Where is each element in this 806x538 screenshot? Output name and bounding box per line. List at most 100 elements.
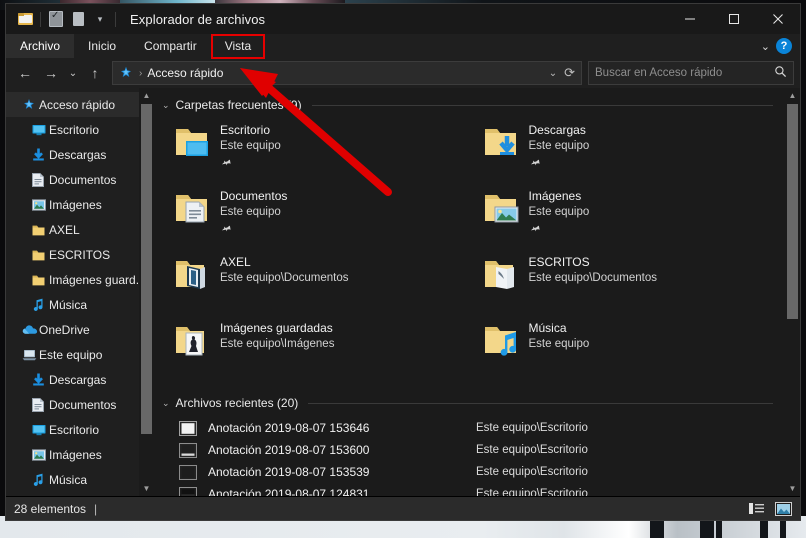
- folder-tile-text: Imágenes guardadas Este equipo\Imágenes: [220, 320, 334, 352]
- file-explorer-window: ▾ Explorador de archivos Archivo Inicio …: [6, 4, 800, 520]
- file-row[interactable]: Anotación 2019-08-07 153539 Este equipo\E…: [168, 461, 785, 483]
- onedrive-cloud-icon: [22, 324, 39, 335]
- chevron-down-icon[interactable]: ⌄: [761, 40, 770, 53]
- toolbar-divider: [40, 11, 41, 27]
- pin-icon[interactable]: [217, 155, 233, 172]
- folder-tile[interactable]: Música Este equipo: [477, 316, 786, 382]
- file-row[interactable]: Anotación 2019-08-07 153646 Este equipo\E…: [168, 417, 785, 439]
- sidebar-item-imágenes[interactable]: Imágenes: [6, 442, 154, 467]
- back-button[interactable]: ←: [12, 61, 38, 85]
- folder-tile-text: Descargas Este equipo: [529, 122, 589, 172]
- chevron-down-icon[interactable]: ▾: [89, 9, 111, 29]
- sidebar-item-label: Música: [49, 297, 88, 312]
- file-name: Anotación 2019-08-07 124831: [208, 487, 370, 496]
- tab-compartir-label: Compartir: [144, 39, 197, 53]
- file-row[interactable]: Anotación 2019-08-07 124831 Este equipo\E…: [168, 483, 785, 496]
- recent-locations-icon[interactable]: ⌄: [64, 61, 82, 85]
- sidebar-item-descargas[interactable]: Descargas: [6, 367, 154, 392]
- file-name: Anotación 2019-08-07 153539: [208, 465, 370, 479]
- maximize-button[interactable]: [712, 4, 756, 34]
- sidebar-item-label: Descargas: [49, 372, 107, 387]
- content-scrollbar[interactable]: ▲ ▼: [785, 88, 800, 496]
- window-controls: [668, 4, 800, 34]
- folder-tile[interactable]: Imágenes Este equipo: [477, 184, 786, 250]
- refresh-icon[interactable]: ⟳: [564, 65, 575, 81]
- title-bar[interactable]: ▾ Explorador de archivos: [6, 4, 800, 34]
- folder-tile[interactable]: Descargas Este equipo: [477, 118, 786, 184]
- sidebar-item-onedrive[interactable]: OneDrive: [6, 317, 154, 342]
- tab-inicio[interactable]: Inicio: [74, 34, 130, 58]
- folder-name: Documentos: [220, 189, 288, 203]
- forward-button[interactable]: →: [38, 61, 64, 85]
- image-file-icon: [168, 464, 208, 480]
- folder-path: Este equipo\Documentos: [220, 271, 349, 284]
- up-button[interactable]: ↑: [82, 61, 108, 85]
- sidebar-item-descargas[interactable]: Descargas: [6, 142, 154, 167]
- navigation-bar: ← → ⌄ ↑ › Acceso rápido ⌄ ⟳ Buscar en Ac…: [6, 58, 800, 88]
- new-folder-icon[interactable]: [67, 9, 89, 29]
- folder-name: ESCRITOS: [528, 255, 590, 269]
- folder-tile-text: Imágenes Este equipo: [529, 188, 589, 238]
- folder-tile[interactable]: Escritorio Este equipo: [168, 118, 477, 184]
- sidebar-item-imágenes[interactable]: Imágenes: [6, 192, 154, 217]
- folder-tile[interactable]: Imágenes guardadas Este equipo\Imágenes: [168, 316, 477, 382]
- pin-icon[interactable]: [525, 221, 541, 238]
- music-icon: [32, 473, 49, 486]
- sidebar-item-escritorio[interactable]: Escritorio: [6, 117, 154, 142]
- sidebar-item-escritos[interactable]: ESCRITOS: [6, 242, 154, 267]
- scroll-down-arrow-icon[interactable]: ▼: [139, 481, 154, 496]
- tab-vista[interactable]: Vista: [210, 34, 266, 59]
- group-header-frequent-folders[interactable]: ⌄ Carpetas frecuentes (9): [154, 88, 785, 114]
- window-body: Acceso rápido Escritorio Descargas Document…: [6, 88, 800, 496]
- address-bar[interactable]: › Acceso rápido ⌄ ⟳: [112, 61, 582, 85]
- folder-icon[interactable]: [14, 9, 36, 29]
- tab-archivo[interactable]: Archivo: [6, 34, 75, 58]
- help-icon[interactable]: ?: [776, 38, 792, 54]
- search-input[interactable]: Buscar en Acceso rápido: [588, 61, 794, 85]
- scroll-up-arrow-icon[interactable]: ▲: [139, 88, 154, 103]
- folder-downloads-icon: [477, 122, 529, 160]
- sidebar-item-acceso-rápido[interactable]: Acceso rápido: [6, 92, 154, 117]
- sidebar-item-este-equipo[interactable]: Este equipo: [6, 342, 154, 367]
- pin-icon[interactable]: [217, 221, 233, 238]
- search-icon[interactable]: [774, 65, 787, 81]
- desktop-icon: [32, 124, 49, 136]
- sidebar-item-label: Imágenes guard..: [49, 272, 143, 287]
- sidebar-item-axel[interactable]: AXEL: [6, 217, 154, 242]
- sidebar-item-escritorio[interactable]: Escritorio: [6, 417, 154, 442]
- large-icons-view-icon[interactable]: [774, 501, 792, 517]
- group-divider: [308, 402, 773, 404]
- folder-tile[interactable]: ESCRITOS Este equipo\Documentos: [477, 250, 786, 316]
- tab-vista-label: Vista: [224, 39, 252, 53]
- folder-icon: [32, 274, 49, 286]
- scrollbar-thumb[interactable]: [787, 104, 798, 319]
- scroll-down-arrow-icon[interactable]: ▼: [785, 481, 800, 496]
- scroll-up-arrow-icon[interactable]: ▲: [785, 88, 800, 103]
- sidebar-item-documentos[interactable]: Documentos: [6, 167, 154, 192]
- chevron-collapse-icon[interactable]: ⌄: [162, 398, 170, 409]
- sidebar-item-documentos[interactable]: Documentos: [6, 392, 154, 417]
- desktop-icon: [32, 424, 49, 436]
- documents-icon: [32, 397, 49, 412]
- group-header-recent-files[interactable]: ⌄ Archivos recientes (20): [154, 382, 785, 412]
- folder-saved-pictures-icon: [168, 320, 220, 358]
- breadcrumb[interactable]: Acceso rápido: [147, 66, 223, 80]
- sidebar-item-objetos-3d[interactable]: Objetos 3D: [6, 492, 154, 496]
- sidebar-item-imágenes-guard[interactable]: Imágenes guard..: [6, 267, 154, 292]
- sidebar-item-música[interactable]: Música: [6, 292, 154, 317]
- folder-name: Música: [528, 321, 567, 335]
- sidebar-item-música[interactable]: Música: [6, 467, 154, 492]
- scrollbar-thumb[interactable]: [141, 104, 152, 434]
- pin-icon[interactable]: [525, 155, 541, 172]
- minimize-button[interactable]: [668, 4, 712, 34]
- properties-icon[interactable]: [45, 9, 67, 29]
- details-view-icon[interactable]: [748, 501, 766, 517]
- folder-tile[interactable]: AXEL Este equipo\Documentos: [168, 250, 477, 316]
- chevron-collapse-icon[interactable]: ⌄: [162, 100, 170, 111]
- sidebar-scrollbar[interactable]: ▲ ▼: [139, 88, 154, 496]
- file-row[interactable]: Anotación 2019-08-07 153600 Este equipo\E…: [168, 439, 785, 461]
- tab-compartir[interactable]: Compartir: [130, 34, 211, 58]
- folder-tile[interactable]: Documentos Este equipo: [168, 184, 477, 250]
- chevron-down-icon[interactable]: ⌄: [549, 68, 557, 79]
- close-button[interactable]: [756, 4, 800, 34]
